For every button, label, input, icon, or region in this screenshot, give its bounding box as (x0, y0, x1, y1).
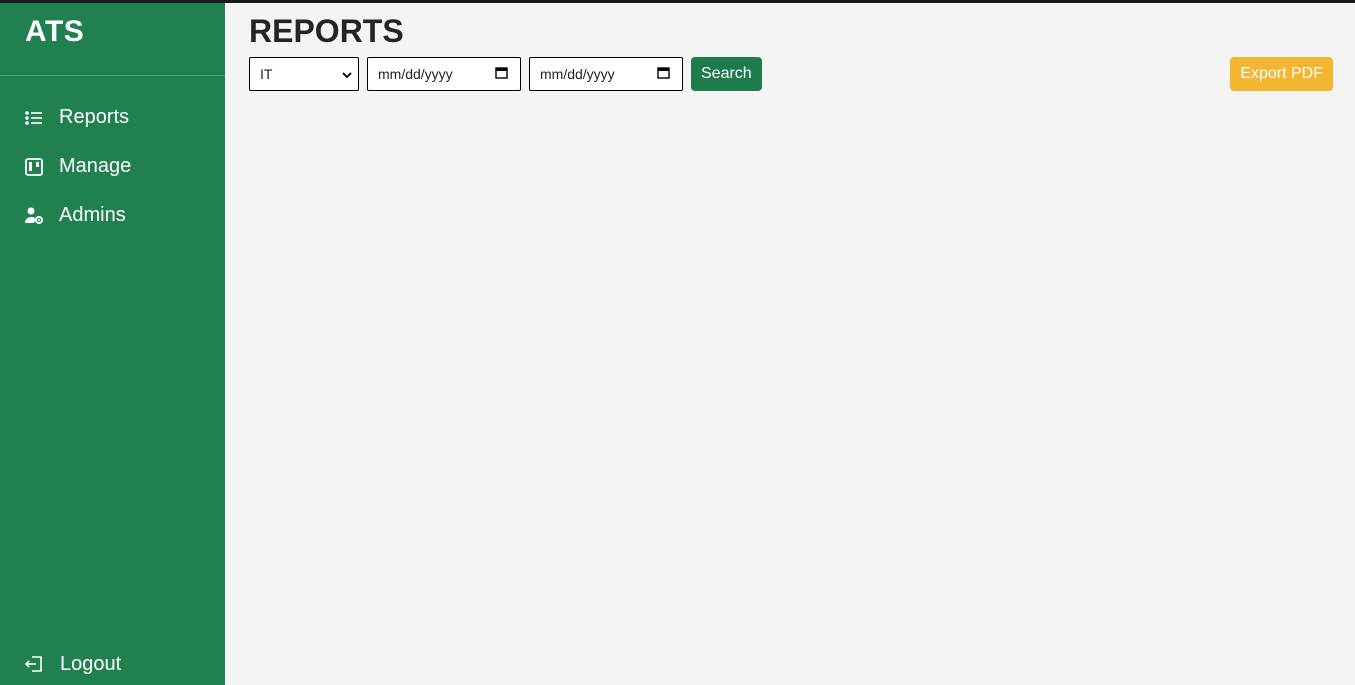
list-icon (24, 108, 44, 128)
main-content: REPORTS IT mm/dd/yyyy mm/dd/yyyy Search … (225, 3, 1355, 685)
start-date-input[interactable]: mm/dd/yyyy (367, 57, 521, 91)
calendar-icon[interactable] (495, 66, 508, 82)
end-date-placeholder: mm/dd/yyyy (540, 66, 615, 82)
logout-button[interactable]: Logout (0, 647, 225, 681)
board-icon (24, 157, 44, 177)
sidebar-item-manage[interactable]: Manage (0, 142, 225, 191)
sidebar: ATS Reports Manage Admins Logout (0, 3, 225, 685)
sidebar-item-label: Manage (59, 155, 132, 177)
top-border (0, 0, 1355, 3)
export-pdf-button[interactable]: Export PDF (1230, 57, 1333, 91)
user-gear-icon (24, 206, 44, 226)
end-date-input[interactable]: mm/dd/yyyy (529, 57, 683, 91)
page-title: REPORTS (249, 13, 404, 49)
sidebar-item-admins[interactable]: Admins (0, 191, 225, 240)
logout-label: Logout (60, 652, 122, 675)
department-select-value: IT (260, 66, 273, 82)
brand-logo[interactable]: ATS (0, 3, 225, 76)
chevron-down-icon (342, 66, 352, 82)
start-date-placeholder: mm/dd/yyyy (378, 66, 453, 82)
logout-icon (24, 654, 44, 674)
calendar-icon[interactable] (657, 66, 670, 82)
sidebar-nav: Reports Manage Admins (0, 93, 225, 240)
sidebar-item-reports[interactable]: Reports (0, 93, 225, 142)
search-button[interactable]: Search (691, 57, 762, 91)
sidebar-item-label: Reports (59, 106, 130, 128)
department-select[interactable]: IT (249, 57, 359, 91)
sidebar-item-label: Admins (59, 204, 126, 226)
filter-toolbar: IT mm/dd/yyyy mm/dd/yyyy Search (249, 57, 762, 91)
